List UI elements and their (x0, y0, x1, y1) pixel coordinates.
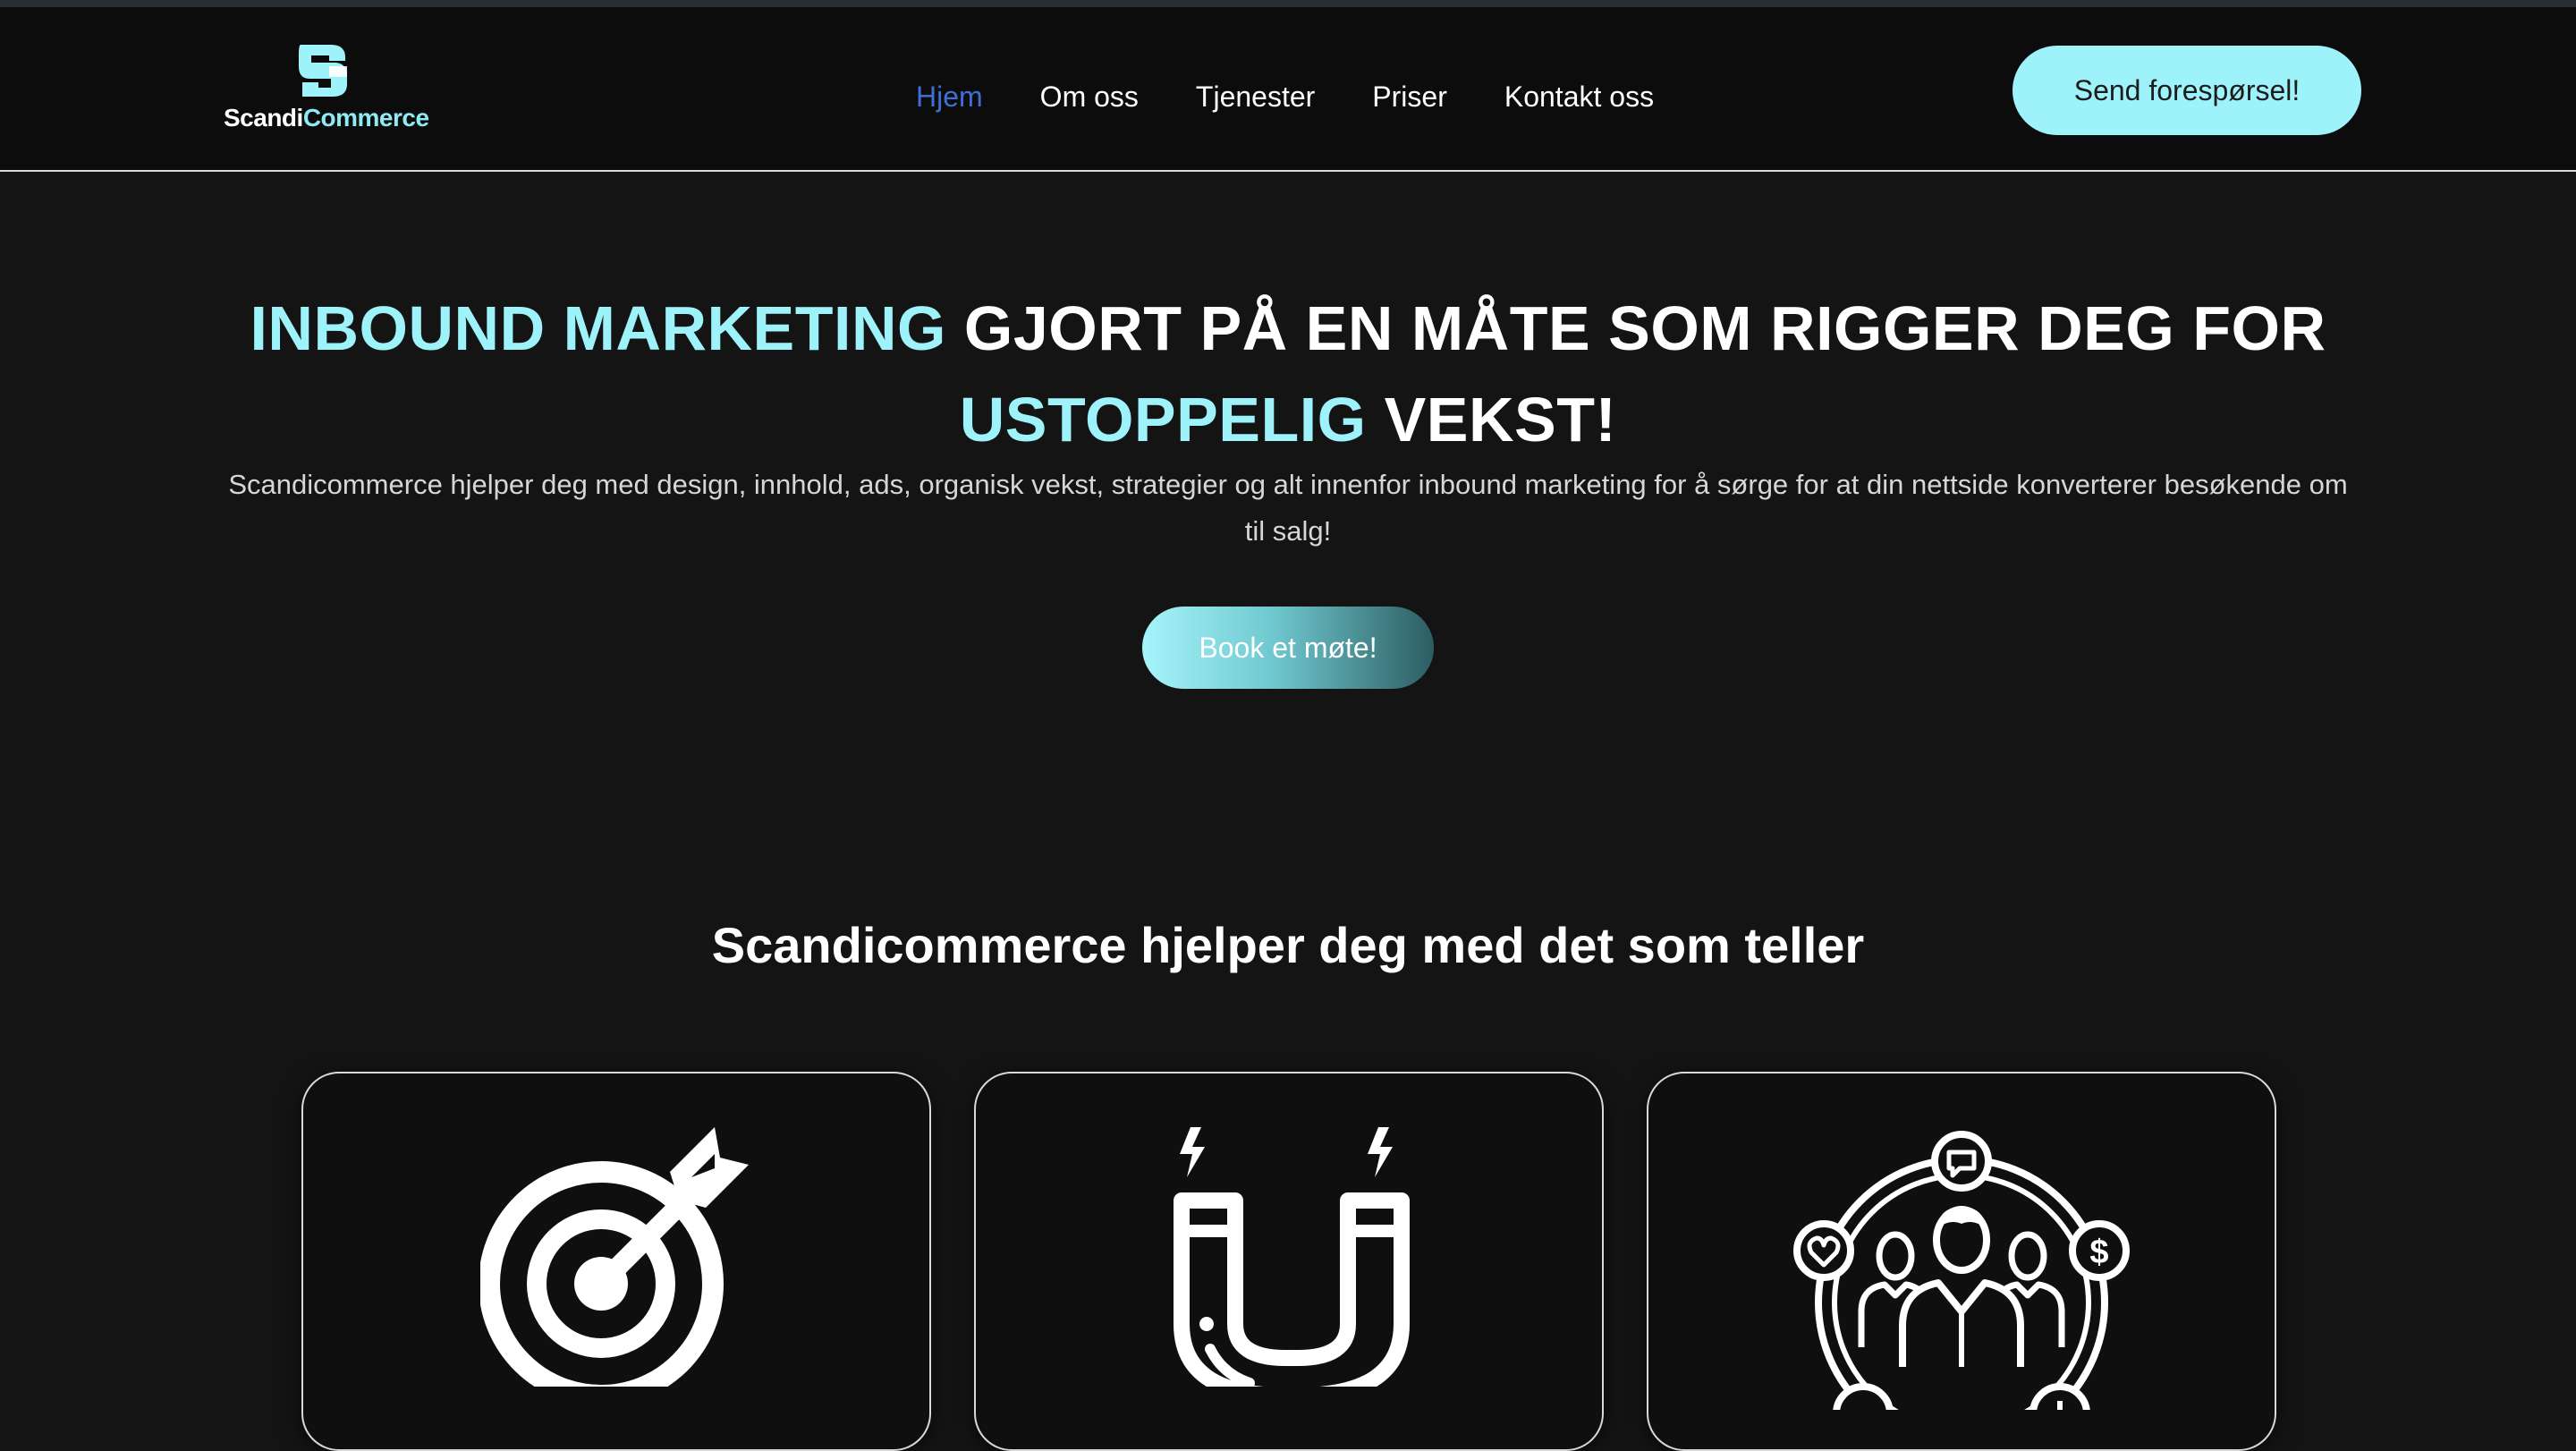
book-meeting-button[interactable]: Book et møte! (1142, 607, 1434, 689)
logo-wordmark: ScandiCommerce (224, 104, 429, 132)
logo-wordmark-part2: Commerce (302, 104, 429, 132)
hero-title-accent-1: INBOUND MARKETING (250, 293, 946, 363)
scandicommerce-logo[interactable]: ScandiCommerce (222, 39, 429, 145)
hero-title-end: VEKST! (1366, 385, 1617, 454)
magnet-icon (1174, 1127, 1410, 1387)
audience-network-icon: $ (1793, 1131, 2130, 1410)
logo-s-mark-icon (299, 45, 347, 97)
service-card-3[interactable]: $ (1647, 1072, 2276, 1451)
nav-item-kontakt-oss[interactable]: Kontakt oss (1504, 75, 1654, 120)
nav-item-tjenester[interactable]: Tjenester (1196, 75, 1315, 120)
nav-item-om-oss[interactable]: Om oss (1040, 75, 1139, 120)
hero-title-accent-2: USTOPPELIG (959, 385, 1367, 454)
hero-title: INBOUND MARKETING GJORT PÅ EN MÅTE SOM R… (125, 283, 2451, 465)
browser-top-strip (0, 0, 2576, 7)
nav-item-hjem[interactable]: Hjem (916, 75, 983, 120)
nav-item-priser[interactable]: Priser (1372, 75, 1447, 120)
svg-text:$: $ (2089, 1234, 2108, 1271)
service-card-2[interactable] (974, 1072, 1604, 1451)
hero-subtitle: Scandicommerce hjelper deg med design, i… (228, 469, 2348, 547)
services-section-title: Scandicommerce hjelper deg med det som t… (711, 917, 1865, 973)
main-nav: Hjem Om oss Tjenester Priser Kontakt oss (916, 75, 1654, 120)
hero-title-middle: GJORT PÅ EN MÅTE SOM RIGGER DEG FOR (945, 293, 2326, 363)
site-header: ScandiCommerce Hjem Om oss Tjenester Pri… (0, 7, 2576, 172)
target-arrow-icon (480, 1127, 749, 1387)
service-card-1[interactable] (301, 1072, 931, 1451)
logo-wordmark-part1: Scandi (224, 104, 303, 132)
send-request-button[interactable]: Send forespørsel! (2012, 46, 2361, 135)
